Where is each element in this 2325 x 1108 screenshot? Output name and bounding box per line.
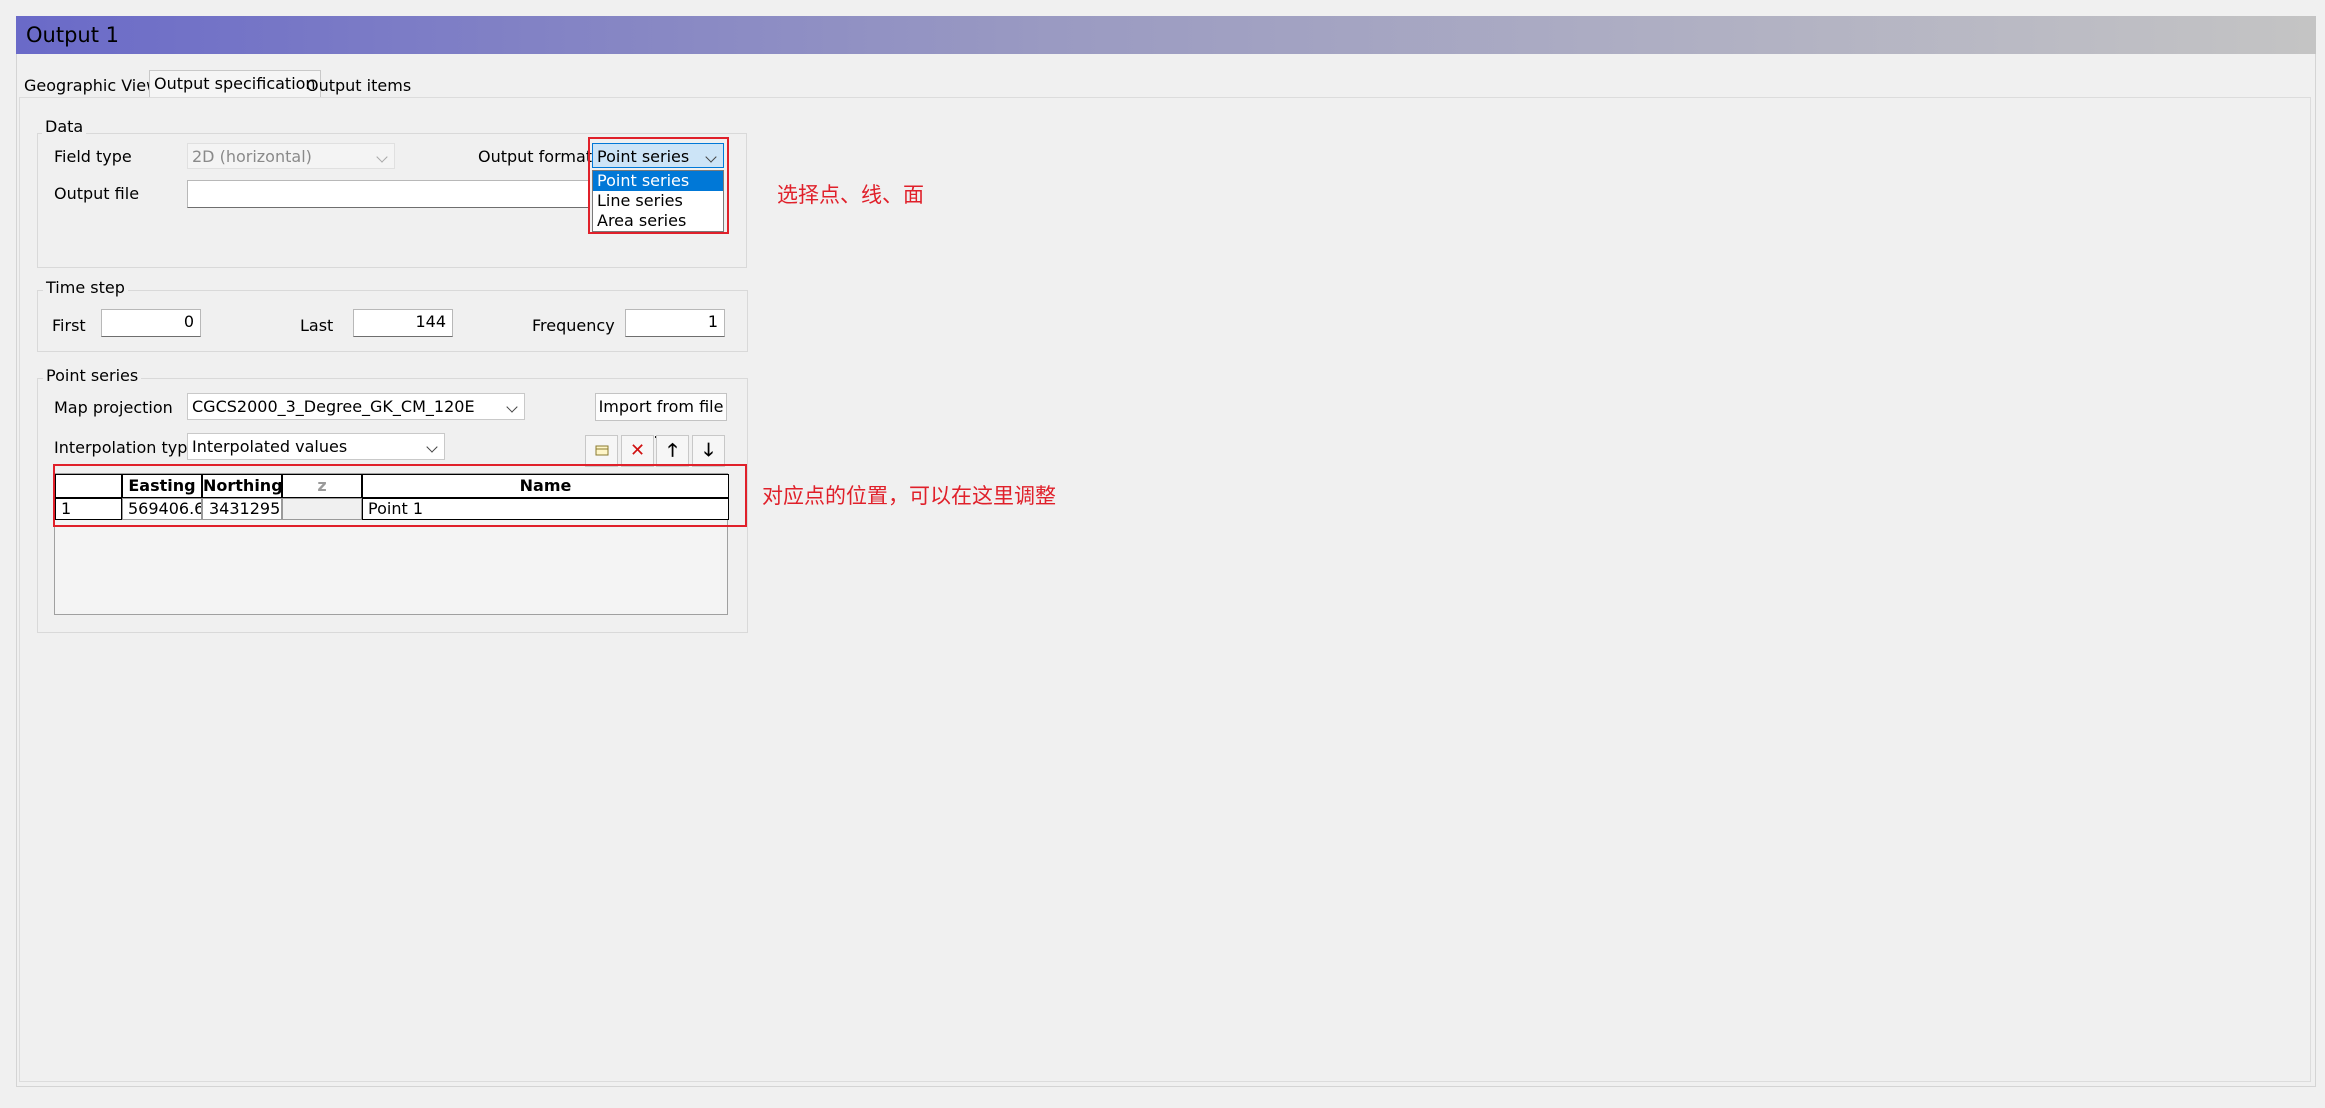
field-type-value: 2D (horizontal) (192, 147, 312, 166)
field-type-label: Field type (54, 147, 132, 166)
output-file-label: Output file (54, 184, 140, 203)
move-down-button[interactable]: 🡓 (692, 435, 725, 467)
move-up-button[interactable]: 🡑 (656, 435, 689, 467)
first-label: First (52, 316, 86, 335)
last-label: Last (300, 316, 334, 335)
interpolation-type-label: Interpolation type (54, 438, 198, 457)
map-projection-label: Map projection (54, 398, 173, 417)
field-type-select[interactable]: 2D (horizontal) (187, 143, 395, 169)
add-row-button[interactable] (585, 435, 618, 467)
map-projection-value: CGCS2000_3_Degree_GK_CM_120E (192, 397, 475, 416)
position-note: 对应点的位置，可以在这里调整 (762, 484, 1056, 508)
arrow-down-icon: 🡓 (703, 440, 714, 461)
highlight-point-table (53, 464, 747, 527)
window-title: Output 1 (26, 23, 119, 47)
frequency-label: Frequency (532, 316, 615, 335)
interpolation-type-select[interactable]: Interpolated values (187, 433, 445, 460)
map-projection-select[interactable]: CGCS2000_3_Degree_GK_CM_120E (187, 393, 525, 420)
delete-row-button[interactable]: ✕ (621, 435, 654, 467)
add-row-icon (595, 445, 608, 456)
tab-output-items[interactable]: Output items (302, 73, 415, 98)
table-empty-area (55, 520, 727, 614)
time-step-title: Time step (43, 278, 128, 297)
arrow-up-icon: 🡑 (667, 440, 678, 461)
point-series-title: Point series (43, 366, 142, 385)
output-file-input[interactable] (187, 180, 589, 208)
highlight-output-format (588, 137, 729, 234)
data-group-title: Data (42, 117, 87, 136)
interpolation-type-value: Interpolated values (192, 437, 348, 456)
chevron-down-icon (426, 441, 438, 453)
tab-output-specification[interactable]: Output specification (149, 70, 321, 98)
delete-icon: ✕ (629, 440, 646, 461)
last-input[interactable]: 144 (353, 309, 453, 337)
first-input[interactable]: 0 (101, 309, 201, 337)
import-from-file-button[interactable]: Import from file ... (595, 393, 727, 442)
window-title-bar: Output 1 (16, 16, 2316, 54)
tab-geographic-view[interactable]: Geographic View (20, 73, 163, 98)
chevron-down-icon (376, 151, 388, 163)
output-format-label: Output format (478, 147, 593, 166)
frequency-input[interactable]: 1 (625, 309, 725, 337)
output-format-note: 选择点、线、面 (777, 183, 924, 207)
chevron-down-icon (506, 401, 518, 413)
